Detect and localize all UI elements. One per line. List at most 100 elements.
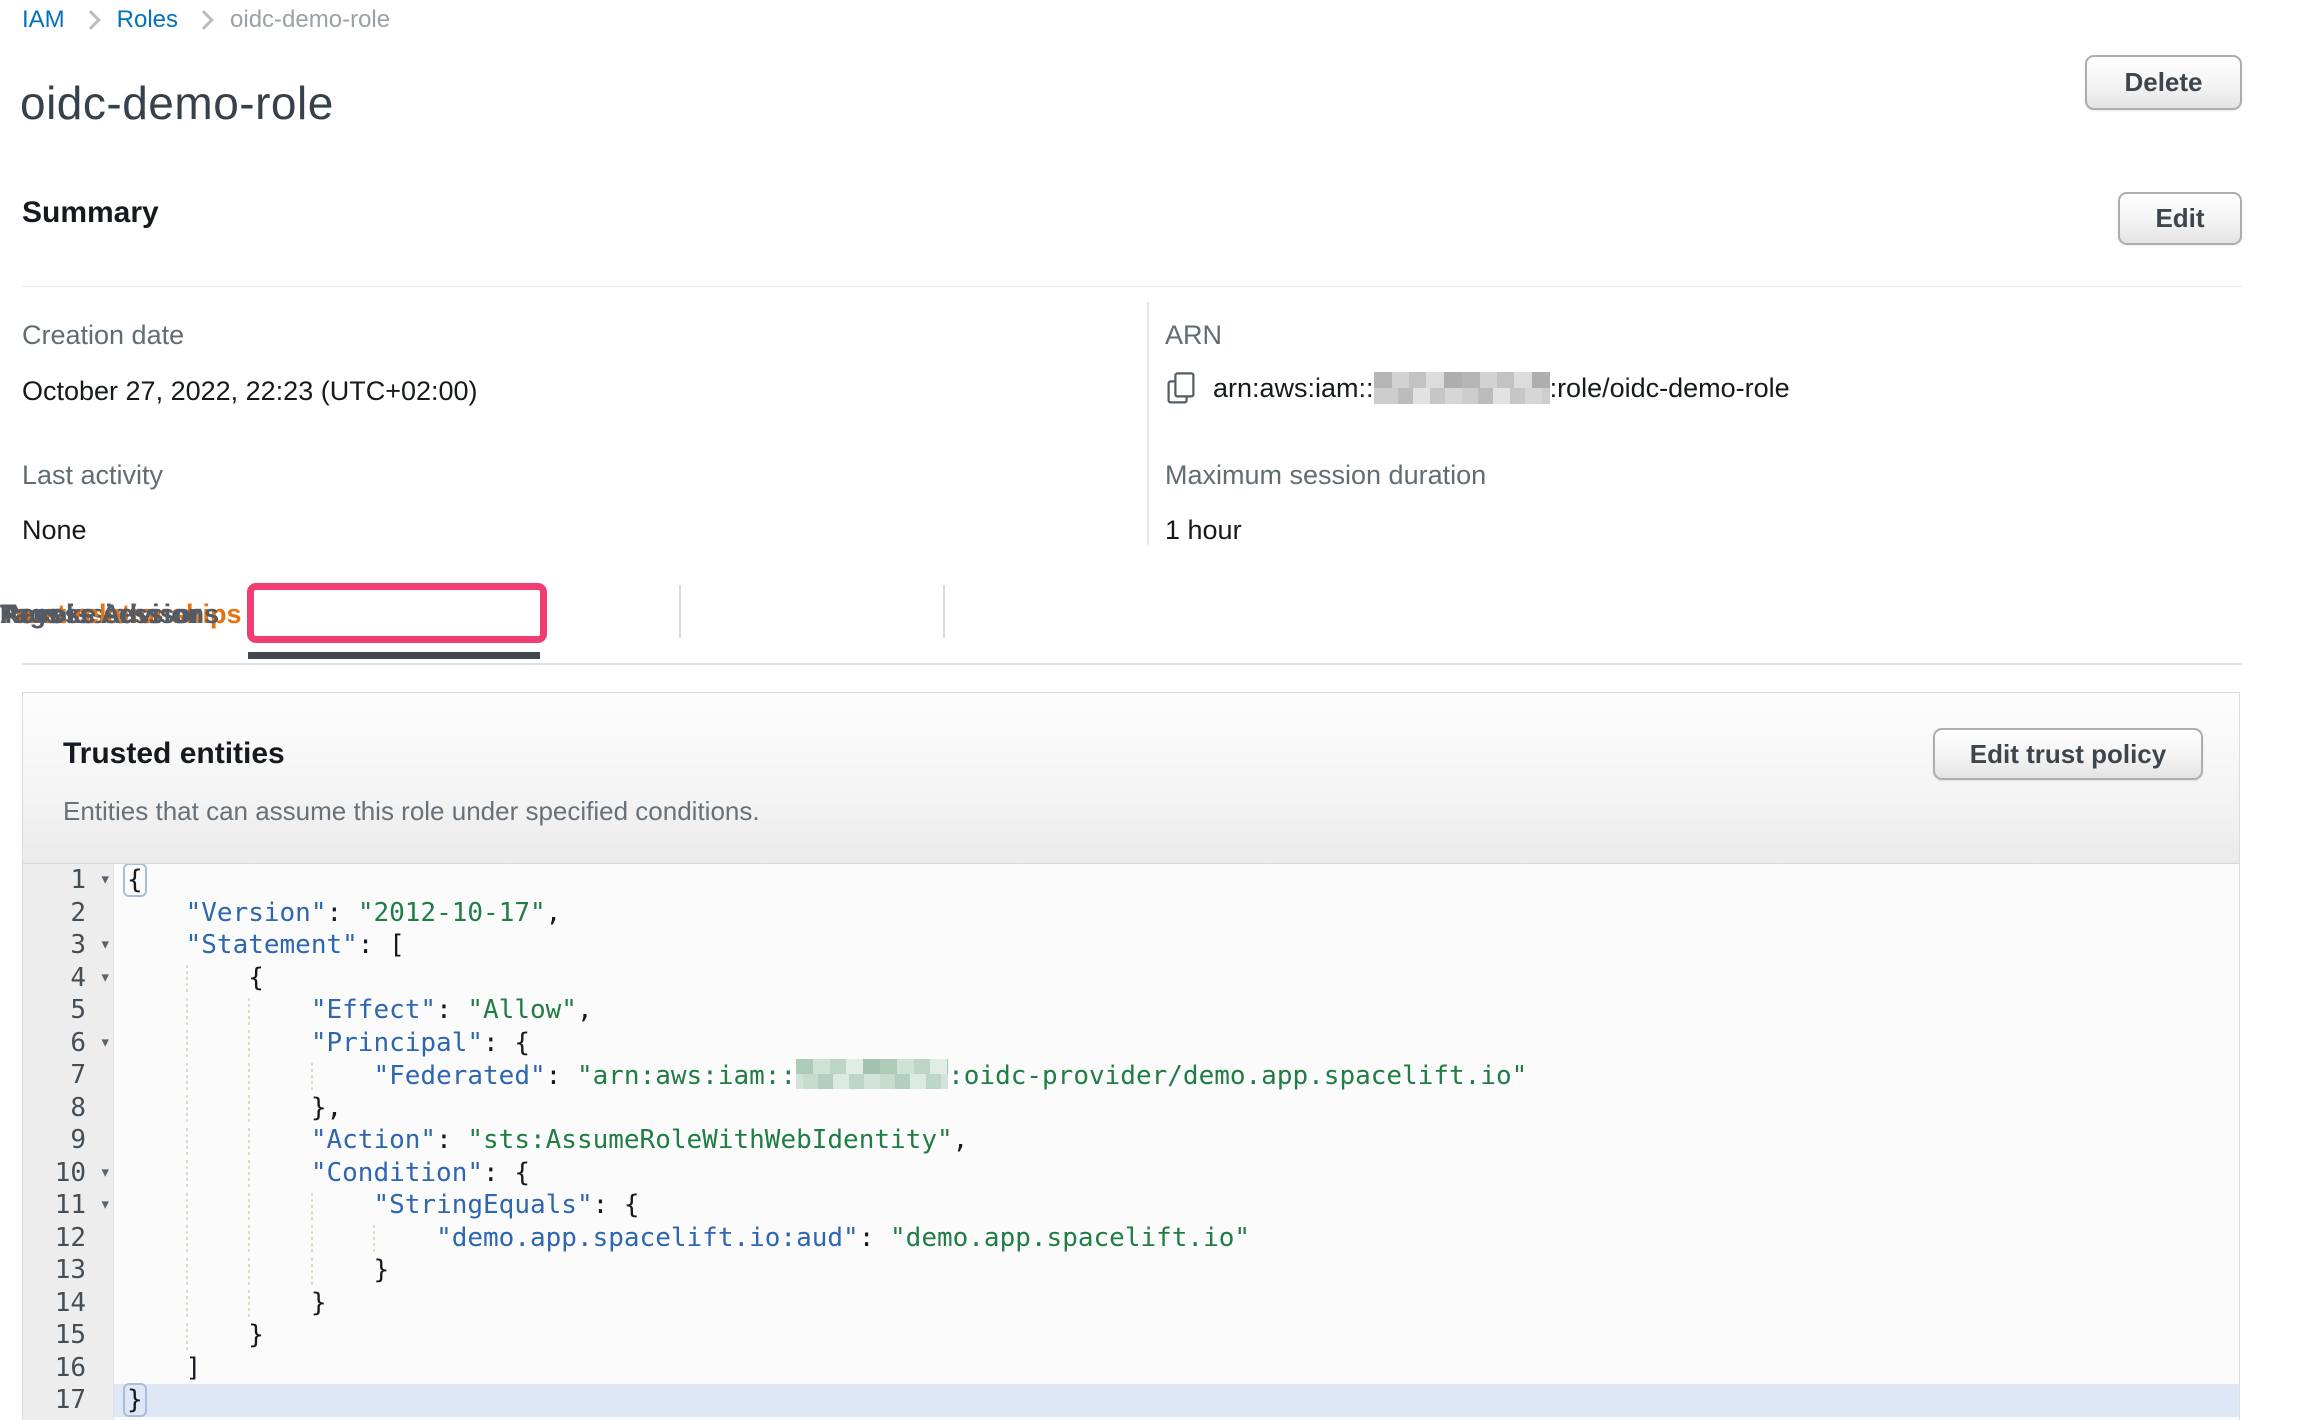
code-content: { xyxy=(114,962,2239,995)
max-session-label: Maximum session duration xyxy=(1165,460,1486,491)
code-content: } xyxy=(114,1384,2239,1417)
summary-divider xyxy=(22,286,2242,287)
breadcrumb-link-roles[interactable]: Roles xyxy=(117,6,178,34)
fold-arrow-icon[interactable]: ▾ xyxy=(100,928,111,961)
arn-label: ARN xyxy=(1165,320,1790,351)
code-content: "demo.app.spacelift.io:aud": "demo.app.s… xyxy=(114,1222,2239,1255)
indent-guide xyxy=(248,1289,250,1318)
indent-guide xyxy=(186,1094,188,1123)
field-creation-date: Creation date October 27, 2022, 22:23 (U… xyxy=(22,320,478,407)
indent-guide xyxy=(248,1224,250,1253)
indent-guide xyxy=(186,1061,188,1090)
code-content: "StringEquals": { xyxy=(114,1189,2239,1222)
code-line-12: 12"demo.app.spacelift.io:aud": "demo.app… xyxy=(23,1222,2239,1255)
indent-guide xyxy=(311,1061,313,1090)
code-content: "Version": "2012-10-17", xyxy=(114,897,2239,930)
code-line-9: 9"Action": "sts:AssumeRoleWithWebIdentit… xyxy=(23,1124,2239,1157)
line-number: 13 xyxy=(23,1254,114,1287)
tab-separator xyxy=(943,585,945,638)
code-content: "Statement": [ xyxy=(114,929,2239,962)
code-line-15: 15} xyxy=(23,1319,2239,1352)
code-line-empty xyxy=(23,1417,2239,1420)
code-line-14: 14} xyxy=(23,1287,2239,1320)
arn-value-prefix: arn:aws:iam:: xyxy=(1213,373,1374,404)
trust-policy-editor[interactable]: 1▾ {2"Version": "2012-10-17",3▾"Statement… xyxy=(23,863,2239,1420)
code-content: "Federated": "arn:aws:iam:::oidc-provide… xyxy=(114,1059,2239,1092)
line-number: 8 xyxy=(23,1092,114,1125)
edit-summary-button[interactable]: Edit xyxy=(2118,192,2242,245)
code-content: } xyxy=(114,1287,2239,1320)
code-line-8: 8}, xyxy=(23,1092,2239,1125)
code-line-1: 1▾ { xyxy=(23,864,2239,897)
breadcrumb-chevron-icon xyxy=(194,10,214,30)
line-number: 9 xyxy=(23,1124,114,1157)
line-number: 1▾ xyxy=(23,864,114,897)
indent-guide xyxy=(311,1191,313,1220)
arn-value-suffix: :role/oidc-demo-role xyxy=(1550,373,1790,404)
code-content: "Effect": "Allow", xyxy=(114,994,2239,1027)
line-number: 3▾ xyxy=(23,929,114,962)
delete-button[interactable]: Delete xyxy=(2085,55,2242,110)
tabs-bottom-border xyxy=(22,663,2242,665)
trusted-entities-card: Trusted entities Entities that can assum… xyxy=(22,692,2240,1420)
code-line-4: 4▾{ xyxy=(23,962,2239,995)
indent-guide xyxy=(186,1256,188,1285)
indent-guide xyxy=(311,1256,313,1285)
last-activity-value: None xyxy=(22,515,163,546)
trusted-entities-header: Trusted entities Entities that can assum… xyxy=(23,693,2239,863)
indent-guide xyxy=(248,1126,250,1155)
creation-date-value: October 27, 2022, 22:23 (UTC+02:00) xyxy=(22,376,478,407)
breadcrumb-chevron-icon xyxy=(81,10,101,30)
indent-guide xyxy=(248,1159,250,1188)
summary-column-divider xyxy=(1147,302,1149,545)
fold-arrow-icon[interactable]: ▾ xyxy=(100,1156,111,1189)
trusted-entities-subtitle: Entities that can assume this role under… xyxy=(63,796,760,827)
redacted-account-id xyxy=(1374,372,1550,404)
role-tabs: PermissionsTrust relationshipsTagsAccess… xyxy=(0,585,2302,665)
fold-arrow-icon[interactable]: ▾ xyxy=(100,863,111,896)
code-line-2: 2"Version": "2012-10-17", xyxy=(23,897,2239,930)
summary-heading: Summary xyxy=(22,196,159,230)
field-max-session-duration: Maximum session duration 1 hour xyxy=(1165,460,1486,546)
code-content: "Condition": { xyxy=(114,1157,2239,1190)
code-content: } xyxy=(114,1254,2239,1287)
indent-guide xyxy=(248,1094,250,1123)
code-line-11: 11▾"StringEquals": { xyxy=(23,1189,2239,1222)
line-number: 11▾ xyxy=(23,1189,114,1222)
iam-role-page: IAM Roles oidc-demo-role oidc-demo-role … xyxy=(0,0,2302,1420)
indent-guide xyxy=(248,1029,250,1058)
line-number: 17 xyxy=(23,1384,114,1417)
fold-arrow-icon[interactable]: ▾ xyxy=(100,1188,111,1221)
code-line-5: 5"Effect": "Allow", xyxy=(23,994,2239,1027)
indent-guide xyxy=(248,996,250,1025)
tab-separator xyxy=(679,585,681,638)
field-last-activity: Last activity None xyxy=(22,460,163,546)
matched-bracket: { xyxy=(123,863,147,897)
max-session-value: 1 hour xyxy=(1165,515,1486,546)
code-line-10: 10▾"Condition": { xyxy=(23,1157,2239,1190)
code-line-6: 6▾"Principal": { xyxy=(23,1027,2239,1060)
breadcrumb-link-iam[interactable]: IAM xyxy=(22,6,65,34)
copy-icon[interactable] xyxy=(1165,371,1197,405)
indent-guide xyxy=(373,1224,375,1253)
line-number: 6▾ xyxy=(23,1027,114,1060)
fold-arrow-icon[interactable]: ▾ xyxy=(100,961,111,994)
code-content: { xyxy=(114,864,2239,897)
indent-guide xyxy=(186,964,188,993)
line-number: 4▾ xyxy=(23,962,114,995)
redacted-account-id xyxy=(796,1059,948,1089)
matched-bracket: } xyxy=(123,1383,147,1417)
edit-trust-policy-button[interactable]: Edit trust policy xyxy=(1933,728,2203,780)
line-number: 10▾ xyxy=(23,1157,114,1190)
code-line-13: 13} xyxy=(23,1254,2239,1287)
tab-revoke-sessions[interactable]: Revoke sessions xyxy=(0,599,219,630)
active-tab-underline xyxy=(248,652,540,659)
code-line-17: 17} xyxy=(23,1384,2239,1417)
indent-guide xyxy=(248,1256,250,1285)
fold-arrow-icon[interactable]: ▾ xyxy=(100,1026,111,1059)
annotation-highlight-box xyxy=(247,583,547,643)
code-content: } xyxy=(114,1319,2239,1352)
indent-guide xyxy=(311,1224,313,1253)
indent-guide xyxy=(186,1159,188,1188)
line-number: 12 xyxy=(23,1222,114,1255)
